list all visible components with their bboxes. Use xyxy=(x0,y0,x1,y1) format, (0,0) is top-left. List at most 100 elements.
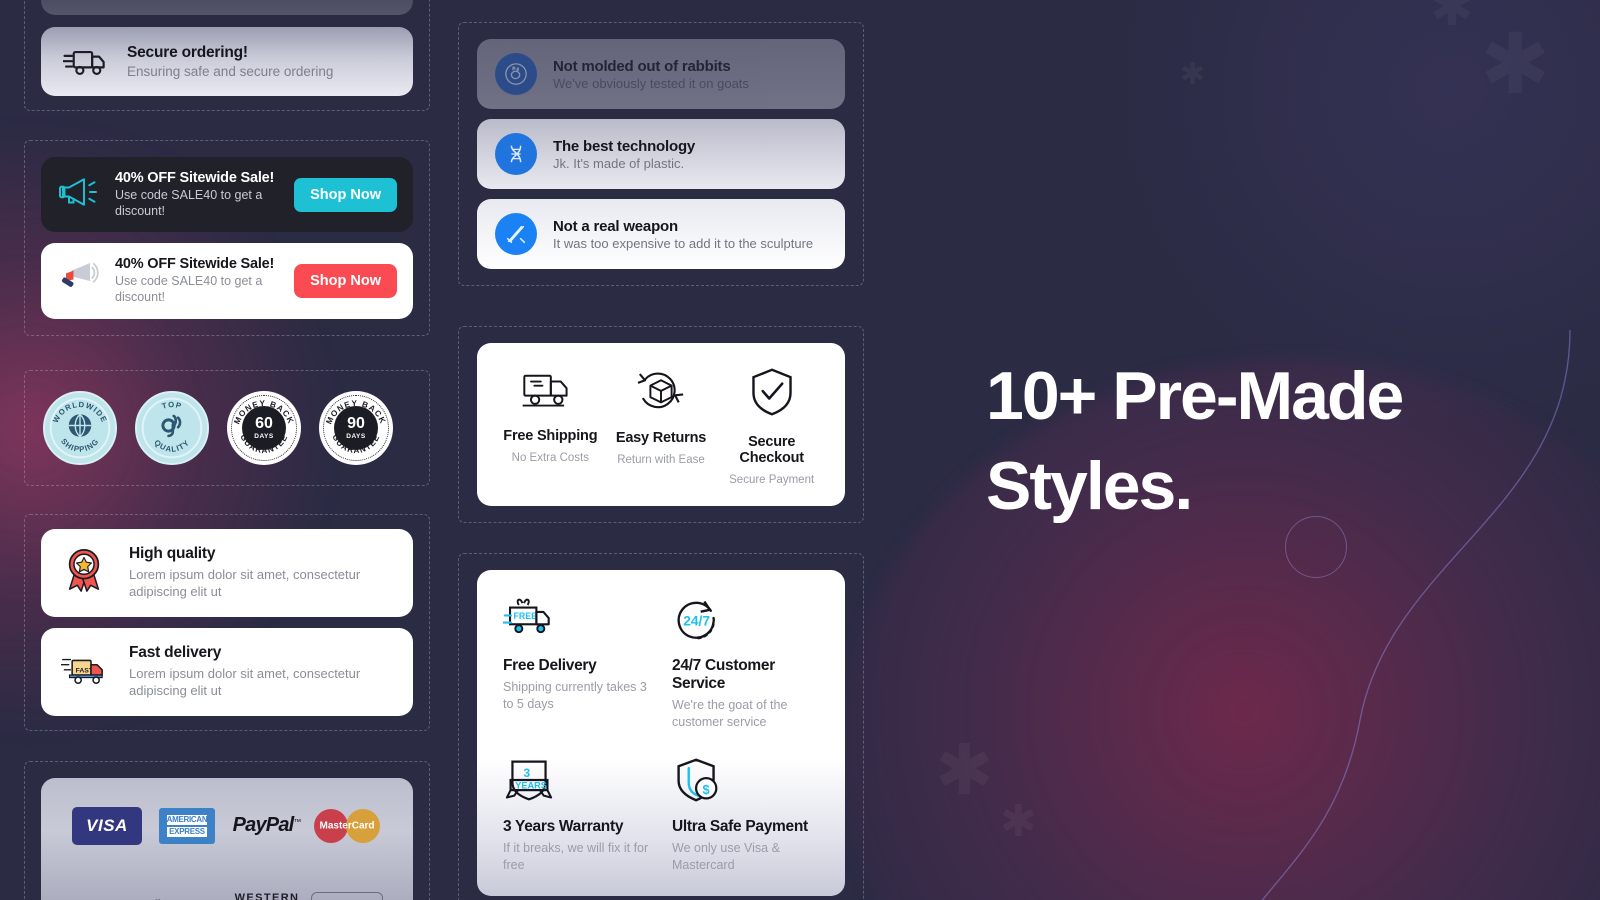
visa-logo: VISA xyxy=(72,806,142,845)
feature-row[interactable]: The best technology Jk. It's made of pla… xyxy=(477,119,845,189)
quad-card-group: FREE Free Delivery Shipping currently ta… xyxy=(458,553,864,900)
svg-text:$: $ xyxy=(703,782,710,797)
feature-row-subtitle: We've obviously tested it on goats xyxy=(553,75,749,91)
trio-item[interactable]: Free Shipping No Extra Costs xyxy=(503,367,598,486)
money-back-60-seal[interactable]: MONEY BACK GUARANTEE 60 DAYS xyxy=(227,390,301,465)
left-column: Secure ordering! Ensuring safe and secur… xyxy=(24,0,430,900)
megaphone-icon xyxy=(57,175,101,214)
payment-methods-group: VISA AMERICAN EXPRESS PayPal™ MasterCard… xyxy=(24,760,430,900)
feature-row[interactable]: Not a real weapon It was too expensive t… xyxy=(477,199,845,269)
shield-dollar-icon: $ xyxy=(677,758,718,802)
quality-card[interactable]: FAST Fast delivery Lorem ipsum dolor sit… xyxy=(41,627,413,716)
svg-text:FREE: FREE xyxy=(514,611,538,621)
svg-text:24/7: 24/7 xyxy=(683,613,710,628)
trust-row[interactable]: Secure ordering! Ensuring safe and secur… xyxy=(41,27,413,96)
returns-box-icon xyxy=(637,372,684,409)
quad-title: Free Delivery xyxy=(503,657,597,674)
worldwide-shipping-seal[interactable]: WORLDWIDE SHIPPING xyxy=(43,390,117,465)
feature-row-title: The best technology xyxy=(553,137,696,155)
seal-unit: DAYS xyxy=(254,432,274,440)
trio-title: Free Shipping xyxy=(503,428,598,444)
sparkle-icon: ✱ xyxy=(1180,60,1205,90)
sparkle-icon: ✱ xyxy=(1480,22,1550,106)
american-express-logo: AMERICAN EXPRESS xyxy=(158,807,216,844)
quality-card-text: Lorem ipsum dolor sit amet, consectetur … xyxy=(129,566,361,600)
trust-seals-group: WORLDWIDE SHIPPING TOP QUALITY MONEY BAC… xyxy=(24,369,430,486)
money-back-90-seal[interactable]: MONEY BACK GUARANTEE 90 DAYS xyxy=(319,390,393,465)
quad-subtitle: Shipping currently takes 3 to 5 days xyxy=(503,680,647,711)
quad-title: Ultra Safe Payment xyxy=(672,817,808,835)
feature-row-title: Not molded out of rabbits xyxy=(553,57,731,75)
promo-title: 40% OFF Sitewide Sale! xyxy=(115,256,275,273)
promo-title: 40% OFF Sitewide Sale! xyxy=(115,170,275,186)
quad-card: FREE Free Delivery Shipping currently ta… xyxy=(477,570,845,896)
3-years-warranty-icon: 3 YEARS xyxy=(505,760,553,801)
trio-title: Secure Checkout xyxy=(739,434,804,466)
top-quality-seal[interactable]: TOP QUALITY xyxy=(135,390,209,465)
feature-row-subtitle: Jk. It's made of plastic. xyxy=(553,155,685,171)
quad-subtitle: We only use Visa & Mastercard xyxy=(672,840,780,872)
sword-icon xyxy=(495,213,537,255)
quality-card-text: Lorem ipsum dolor sit amet, consectetur … xyxy=(129,665,361,699)
quad-title: 24/7 Customer Service xyxy=(672,657,775,692)
globe-icon xyxy=(67,412,93,443)
promo-banners-group: 40% OFF Sitewide Sale! Use code SALE40 t… xyxy=(24,140,430,336)
svg-text:3: 3 xyxy=(523,766,530,780)
sparkle-icon: ✱ xyxy=(935,735,994,805)
shop-now-button[interactable]: Shop Now xyxy=(294,177,397,212)
quad-subtitle: If it breaks, we will fix it for free xyxy=(503,840,649,872)
truck-icon xyxy=(522,374,568,407)
quad-subtitle: We're the goat of the customer service xyxy=(672,698,788,729)
seal-unit: DAYS xyxy=(346,432,366,440)
quality-card-title: High quality xyxy=(129,544,216,562)
trio-item[interactable]: Easy Returns Return with Ease xyxy=(616,367,706,486)
quad-item[interactable]: FREE Free Delivery Shipping currently ta… xyxy=(501,596,650,731)
megaphone-color-icon xyxy=(57,259,101,302)
shop-now-button[interactable]: Shop Now xyxy=(294,263,397,298)
delivery-truck-icon xyxy=(63,45,109,79)
24-7-icon: 24/7 xyxy=(677,600,715,640)
page-title: 10+ Pre-Made Styles. xyxy=(986,358,1404,524)
quad-item[interactable]: 3 YEARS 3 Years Warranty If it breaks, w… xyxy=(503,757,650,874)
trust-row[interactable]: Secure ordering! Ensuring safe and secur… xyxy=(41,0,413,15)
sparkle-icon: ✱ xyxy=(1000,800,1037,844)
svg-text:YEARS: YEARS xyxy=(515,780,547,790)
apple-pay-logo:  Pay xyxy=(310,892,383,900)
promo-banner[interactable]: 40% OFF Sitewide Sale! Use code SALE40 t… xyxy=(41,157,413,233)
quad-item[interactable]: $ Ultra Safe Payment We only use Visa & … xyxy=(672,757,819,874)
promo-subtitle: Use code SALE40 to get a discount! xyxy=(115,188,263,218)
rabbit-icon xyxy=(495,53,537,95)
shield-check-icon xyxy=(751,368,792,416)
seal-center: 90 DAYS xyxy=(334,405,378,450)
trio-subtitle: Return with Ease xyxy=(617,454,705,466)
trio-subtitle: No Extra Costs xyxy=(511,452,589,464)
dna-icon xyxy=(495,133,537,175)
trio-item[interactable]: Secure Checkout Secure Payment xyxy=(716,367,827,486)
payment-methods-card: VISA AMERICAN EXPRESS PayPal™ MasterCard… xyxy=(41,777,413,900)
feature-rows-group: Not molded out of rabbits We've obviousl… xyxy=(458,22,864,286)
promo-banner[interactable]: 40% OFF Sitewide Sale! Use code SALE40 t… xyxy=(41,243,413,319)
trust-rows-group: Secure ordering! Ensuring safe and secur… xyxy=(24,0,430,111)
award-ribbon-icon xyxy=(61,547,111,598)
quality-cards-group: High quality Lorem ipsum dolor sit amet,… xyxy=(24,513,430,731)
western-union-logo: WESTERN UNION MONEY TRANSFER xyxy=(234,891,300,900)
free-delivery-truck-icon: FREE xyxy=(501,598,550,634)
sparkle-icon: ✱ xyxy=(1430,0,1474,34)
seal-center: 60 DAYS xyxy=(242,405,286,450)
mid-column: Not molded out of rabbits We've obviousl… xyxy=(458,0,864,900)
trio-card-group: Free Shipping No Extra Costs Easy Return… xyxy=(458,326,864,523)
quality-card[interactable]: High quality Lorem ipsum dolor sit amet,… xyxy=(41,528,413,617)
trio-card: Free Shipping No Extra Costs Easy Return… xyxy=(477,343,845,506)
promo-subtitle: Use code SALE40 to get a discount! xyxy=(115,274,263,304)
trio-title: Easy Returns xyxy=(615,430,707,446)
trust-row-title: Secure ordering! xyxy=(127,44,248,61)
seal-number: 60 xyxy=(255,414,273,432)
feature-row[interactable]: Not molded out of rabbits We've obviousl… xyxy=(477,39,845,109)
paypal-logo: PayPal™ xyxy=(232,814,302,837)
trust-row-subtitle: Ensuring safe and secure ordering xyxy=(127,64,334,79)
seal-number: 90 xyxy=(347,414,365,432)
feature-row-subtitle: It was too expensive to add it to the sc… xyxy=(553,235,814,251)
fast-truck-icon: FAST xyxy=(60,650,111,693)
mastercard-logo: MasterCard xyxy=(314,806,380,846)
quad-item[interactable]: 24/7 24/7 Customer Service We're the goa… xyxy=(672,596,819,731)
